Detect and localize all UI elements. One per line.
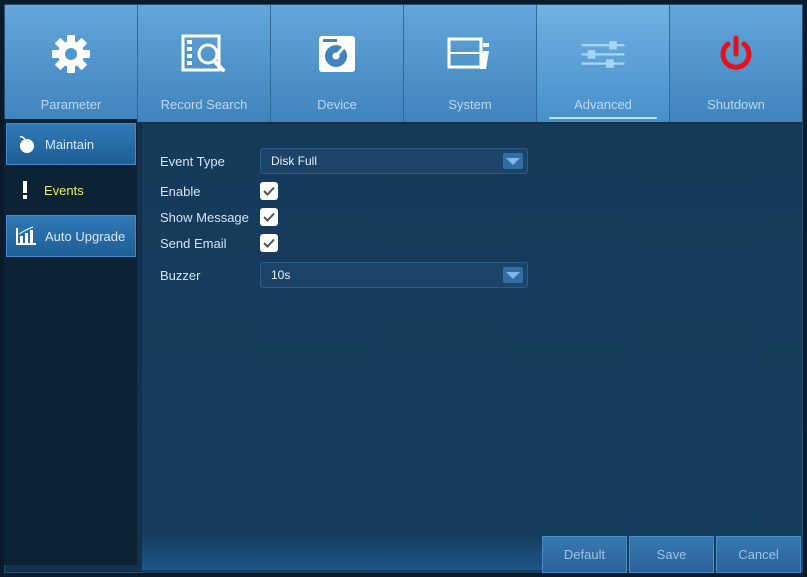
- tab-label: System: [448, 97, 492, 112]
- send-email-label: Send Email: [160, 235, 227, 251]
- exclamation-icon: [14, 179, 36, 201]
- send-email-checkbox[interactable]: [260, 234, 278, 252]
- cancel-button[interactable]: Cancel: [716, 536, 801, 573]
- sidebar-item-label: Auto Upgrade: [45, 228, 126, 244]
- system-info-icon: [447, 33, 493, 75]
- buzzer-select[interactable]: 10s: [260, 262, 528, 288]
- event-type-label: Event Type: [160, 153, 225, 169]
- tab-label: Advanced: [574, 97, 632, 112]
- enable-label: Enable: [160, 183, 201, 199]
- checkmark-icon: [263, 212, 275, 222]
- buzzer-value: 10s: [271, 268, 291, 282]
- buzzer-label: Buzzer: [160, 267, 201, 283]
- tab-label: Record Search: [160, 97, 248, 112]
- sidebar-item-label: Events: [44, 182, 84, 198]
- save-button[interactable]: Save: [629, 536, 714, 573]
- show-message-checkbox[interactable]: [260, 208, 278, 226]
- sidebar-item-maintain[interactable]: Maintain: [6, 123, 136, 165]
- sliders-icon: [580, 33, 626, 75]
- tab-device[interactable]: Device: [271, 5, 404, 122]
- sidebar-item-label: Maintain: [45, 136, 95, 152]
- sidebar: Maintain Events Auto Upgrade: [4, 119, 137, 565]
- event-type-select[interactable]: Disk Full: [260, 148, 528, 174]
- show-message-row: Show Message: [160, 208, 278, 226]
- bar-chart-icon: [15, 225, 37, 247]
- tab-label: Shutdown: [707, 97, 765, 112]
- events-panel: Event Type Disk Full Enable Show Message…: [142, 124, 802, 573]
- bottom-bar: [142, 536, 542, 570]
- enable-checkbox[interactable]: [260, 182, 278, 200]
- tab-parameter[interactable]: Parameter: [5, 5, 138, 122]
- event-type-row: Event Type Disk Full: [160, 148, 528, 174]
- enable-row: Enable: [160, 182, 278, 200]
- tab-record-search[interactable]: Record Search: [138, 5, 271, 122]
- tab-label: Parameter: [40, 97, 102, 112]
- gear-icon: [48, 33, 94, 75]
- event-type-value: Disk Full: [271, 154, 318, 168]
- buzzer-row: Buzzer 10s: [160, 262, 528, 288]
- main-toolbar: Parameter Record Search Device System Ad…: [5, 5, 802, 122]
- show-message-label: Show Message: [160, 209, 249, 225]
- sidebar-item-events[interactable]: Events: [6, 169, 136, 211]
- tab-shutdown[interactable]: Shutdown: [670, 5, 802, 122]
- tab-advanced[interactable]: Advanced: [537, 5, 670, 122]
- default-button[interactable]: Default: [542, 536, 627, 573]
- checkmark-icon: [263, 238, 275, 248]
- disk-icon: [314, 33, 360, 75]
- checkmark-icon: [263, 186, 275, 196]
- mouse-icon: [15, 133, 37, 155]
- chevron-down-icon: [503, 153, 523, 169]
- power-icon: [713, 33, 759, 75]
- active-tab-indicator: [549, 117, 657, 119]
- send-email-row: Send Email: [160, 234, 278, 252]
- tab-label: Device: [317, 97, 357, 112]
- tab-system[interactable]: System: [404, 5, 537, 122]
- chevron-down-icon: [503, 267, 523, 283]
- film-search-icon: [181, 33, 227, 75]
- sidebar-item-auto-upgrade[interactable]: Auto Upgrade: [6, 215, 136, 257]
